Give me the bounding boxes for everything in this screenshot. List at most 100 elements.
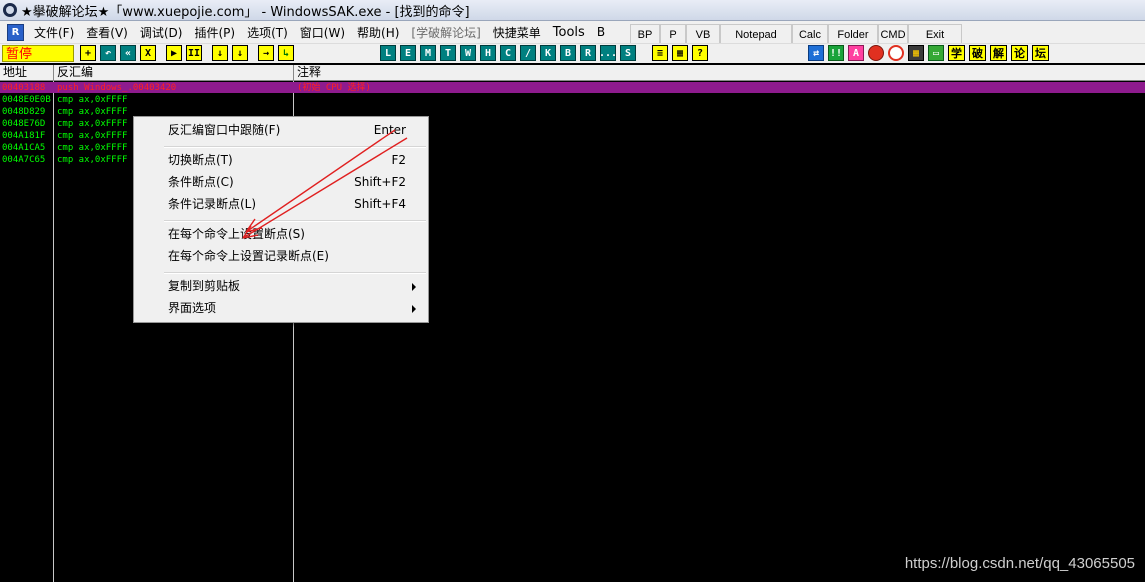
source-window-button[interactable]: S xyxy=(620,45,636,61)
close-button[interactable]: X xyxy=(140,45,156,61)
menu-conditional-log-breakpoint[interactable]: 条件记录断点(L) Shift+F4 xyxy=(136,194,426,215)
handles-window-button[interactable]: H xyxy=(480,45,496,61)
tan-button[interactable]: 坛 xyxy=(1032,45,1049,61)
refresh-icon[interactable]: ⇄ xyxy=(808,45,824,61)
jie-button[interactable]: 解 xyxy=(990,45,1007,61)
menu-window[interactable]: 窗口(W) xyxy=(294,24,351,41)
menu-forum[interactable]: [学破解论坛] xyxy=(405,24,486,41)
menu-item-shortcut: F2 xyxy=(391,153,406,167)
toolbar: 暂停 + ↶ « X ▶ II ↓ ↓ → ↳ L E M T W H C / … xyxy=(0,43,1145,63)
menu-item-label: 切换断点(T) xyxy=(168,153,233,167)
step-into-button[interactable]: ↓ xyxy=(212,45,228,61)
plugin-icon-group: ⇄ !! A ▦ ▭ 学 破 解 论 坛 xyxy=(808,45,1053,61)
trace-into-button[interactable]: → xyxy=(258,45,274,61)
r-icon[interactable]: R xyxy=(7,23,24,41)
numeric-icon[interactable]: !! xyxy=(828,45,844,61)
column-divider[interactable] xyxy=(53,81,54,582)
trace-window-button[interactable]: ... xyxy=(599,45,617,61)
window-button-group: L E M T W H C / K B R ... S xyxy=(380,45,640,61)
open-button[interactable]: + xyxy=(80,45,96,61)
row-address[interactable]: 0048E76D xyxy=(2,118,45,130)
menu-separator xyxy=(164,272,426,274)
menu-follow-in-disassembler[interactable]: 反汇编窗口中跟随(F) Enter xyxy=(136,120,426,141)
font-icon[interactable]: A xyxy=(848,45,864,61)
disassembly-column-header[interactable]: 反汇编 xyxy=(54,65,294,81)
row-disassembly[interactable]: cmp ax,0xFFFF xyxy=(57,106,127,118)
menu-item-shortcut: Enter xyxy=(373,123,406,137)
menu-separator xyxy=(164,220,426,222)
context-menu: 反汇编窗口中跟随(F) Enter 切换断点(T) F2 条件断点(C) Shi… xyxy=(133,116,429,323)
menu-options[interactable]: 选项(T) xyxy=(241,24,294,41)
record-icon[interactable] xyxy=(868,45,884,61)
restart-button[interactable]: ↶ xyxy=(100,45,116,61)
row-address[interactable]: 004A7C65 xyxy=(2,154,45,166)
memory-window-button[interactable]: M xyxy=(420,45,436,61)
modules-window-button[interactable]: E xyxy=(400,45,416,61)
menu-debug[interactable]: 调试(D) xyxy=(134,24,189,41)
menu-tools[interactable]: Tools xyxy=(547,25,591,40)
row-comment[interactable]: (初始 CPU 选择) xyxy=(297,82,371,94)
comment-column-header[interactable]: 注释 xyxy=(294,65,1145,81)
pause-button[interactable]: II xyxy=(186,45,202,61)
menu-item-shortcut: Shift+F4 xyxy=(354,197,406,211)
screen-icon[interactable]: ▭ xyxy=(928,45,944,61)
row-address[interactable]: 00403188 xyxy=(2,82,45,94)
patches-window-button[interactable]: / xyxy=(520,45,536,61)
po-button[interactable]: 破 xyxy=(969,45,986,61)
menu-item-label: 条件记录断点(L) xyxy=(168,197,257,211)
xue-button[interactable]: 学 xyxy=(948,45,965,61)
submenu-arrow-icon xyxy=(412,283,416,291)
address-column-header[interactable]: 地址 xyxy=(0,65,54,81)
menu-bar: R 文件(F) 查看(V) 调试(D) 插件(P) 选项(T) 窗口(W) 帮助… xyxy=(0,21,1145,43)
menu-item-label: 反汇编窗口中跟随(F) xyxy=(168,123,281,137)
menu-shortcuts[interactable]: 快捷菜单 xyxy=(487,24,547,41)
callstack-window-button[interactable]: K xyxy=(540,45,556,61)
menu-separator xyxy=(164,146,426,148)
menu-toggle-breakpoint[interactable]: 切换断点(T) F2 xyxy=(136,150,426,171)
row-disassembly[interactable]: cmp ax,0xFFFF xyxy=(57,154,127,166)
log-window-button[interactable]: L xyxy=(380,45,396,61)
row-disassembly[interactable]: cmp ax,0xFFFF xyxy=(57,94,127,106)
row-address[interactable]: 0048E0E0B xyxy=(2,94,51,106)
menu-set-log-breakpoint-every-command[interactable]: 在每个命令上设置记录断点(E) xyxy=(136,246,426,267)
row-disassembly[interactable]: cmp ax,0xFFFF xyxy=(57,130,127,142)
menu-copy-to-clipboard[interactable]: 复制到剪贴板 xyxy=(136,276,426,297)
menu-item-label: 在每个命令上设置记录断点(E) xyxy=(168,249,329,263)
row-disassembly[interactable]: push Windows_.00403420 xyxy=(57,82,176,94)
grid-icon[interactable]: ▦ xyxy=(672,45,688,61)
menu-item-shortcut: Shift+F2 xyxy=(354,175,406,189)
extra-button-group: ≡ ▦ ? xyxy=(652,45,712,61)
menu-plugins[interactable]: 插件(P) xyxy=(188,24,241,41)
lun-button[interactable]: 论 xyxy=(1011,45,1028,61)
row-disassembly[interactable]: cmp ax,0xFFFF xyxy=(57,142,127,154)
menu-view[interactable]: 查看(V) xyxy=(80,24,134,41)
menu-help[interactable]: 帮助(H) xyxy=(351,24,405,41)
windows-window-button[interactable]: W xyxy=(460,45,476,61)
menu-file[interactable]: 文件(F) xyxy=(28,24,80,41)
help-icon[interactable]: ? xyxy=(692,45,708,61)
list-icon[interactable]: ≡ xyxy=(652,45,668,61)
step-over-button[interactable]: ↓ xyxy=(232,45,248,61)
target-icon[interactable] xyxy=(888,45,904,61)
menu-b[interactable]: B xyxy=(591,25,611,39)
app-icon xyxy=(3,3,17,17)
menu-item-label: 在每个命令上设置断点(S) xyxy=(168,227,305,241)
row-disassembly[interactable]: cmp ax,0xFFFF xyxy=(57,118,127,130)
watermark: https://blog.csdn.net/qq_43065505 xyxy=(904,555,1135,572)
rewind-button[interactable]: « xyxy=(120,45,136,61)
references-window-button[interactable]: R xyxy=(580,45,596,61)
menu-set-breakpoint-every-command[interactable]: 在每个命令上设置断点(S) xyxy=(136,224,426,245)
breakpoints-window-button[interactable]: B xyxy=(560,45,576,61)
run-button[interactable]: ▶ xyxy=(166,45,182,61)
execute-till-return-button[interactable]: ↳ xyxy=(278,45,294,61)
status-indicator: 暂停 xyxy=(2,45,74,62)
menu-item-label: 界面选项 xyxy=(168,301,217,315)
row-address[interactable]: 0048D829 xyxy=(2,106,45,118)
row-address[interactable]: 004A181F xyxy=(2,130,45,142)
menu-appearance[interactable]: 界面选项 xyxy=(136,298,426,319)
cpu-window-button[interactable]: C xyxy=(500,45,516,61)
menu-conditional-breakpoint[interactable]: 条件断点(C) Shift+F2 xyxy=(136,172,426,193)
row-address[interactable]: 004A1CA5 xyxy=(2,142,45,154)
chip-icon[interactable]: ▦ xyxy=(908,45,924,61)
threads-window-button[interactable]: T xyxy=(440,45,456,61)
